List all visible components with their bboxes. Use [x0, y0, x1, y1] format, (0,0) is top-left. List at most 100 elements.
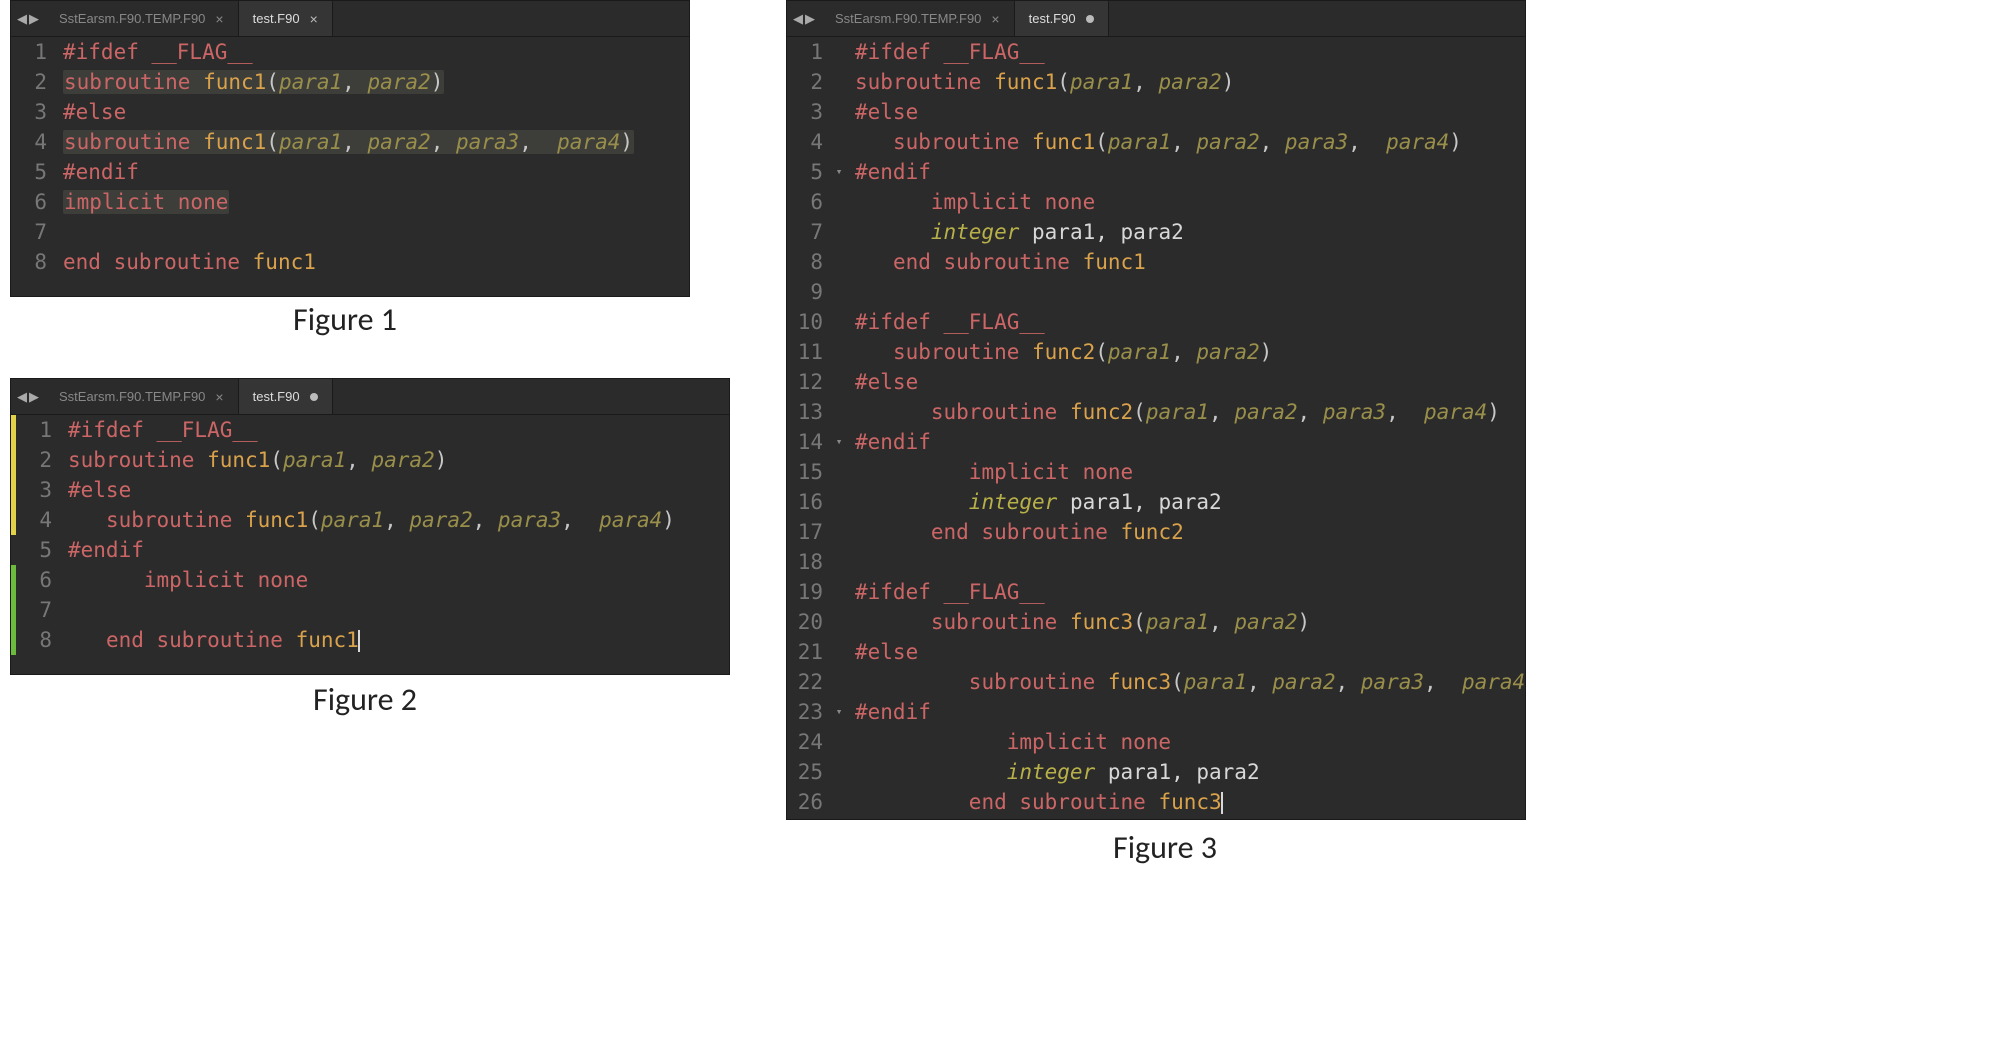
tab-nav-arrows[interactable]: ◀ ▶ [787, 11, 821, 27]
tab-nav-prev-icon[interactable]: ◀ [17, 389, 27, 405]
tab-inactive[interactable]: SstEarsm.F90.TEMP.F90 × [45, 379, 239, 414]
line-number-gutter: 12345678 [11, 37, 55, 296]
code-line[interactable]: #endif [855, 157, 1525, 187]
tab-nav-next-icon[interactable]: ▶ [805, 11, 815, 27]
code-line[interactable]: #endif [63, 157, 689, 187]
close-icon[interactable]: × [310, 12, 318, 26]
tab-label: test.F90 [253, 11, 300, 26]
code-line[interactable]: integer para1, para2 [855, 487, 1525, 517]
tab-bar: ◀ ▶ SstEarsm.F90.TEMP.F90 × test.F90 [11, 379, 729, 415]
fold-spacer [831, 487, 847, 517]
code-line[interactable]: #endif [855, 697, 1525, 727]
tab-label: SstEarsm.F90.TEMP.F90 [835, 11, 981, 26]
code-area[interactable]: 12345678 #ifdef __FLAG__subroutine func1… [11, 37, 689, 296]
line-number: 1 [11, 37, 47, 67]
tab-inactive[interactable]: SstEarsm.F90.TEMP.F90 × [821, 1, 1015, 36]
code-line[interactable]: implicit none [63, 187, 689, 217]
code-line[interactable]: subroutine func3(para1, para2) [855, 607, 1525, 637]
close-icon[interactable]: × [215, 12, 223, 26]
tab-nav-next-icon[interactable]: ▶ [29, 11, 39, 27]
code-area[interactable]: 1234567891011121314151617181920212223242… [787, 37, 1525, 819]
line-number: 6 [787, 187, 823, 217]
code-line[interactable]: #endif [68, 535, 729, 565]
line-number: 7 [16, 595, 52, 625]
code-line[interactable]: #else [63, 97, 689, 127]
line-number-gutter: 1234567891011121314151617181920212223242… [787, 37, 831, 819]
code-line[interactable]: implicit none [68, 565, 729, 595]
tab-active[interactable]: test.F90 × [239, 1, 333, 36]
line-number: 7 [11, 217, 47, 247]
fold-toggle-icon[interactable]: ▾ [831, 427, 847, 457]
tab-active[interactable]: test.F90 [239, 379, 333, 414]
code-line[interactable]: subroutine func1(para1, para2, para3, pa… [855, 127, 1525, 157]
fold-spacer [831, 337, 847, 367]
code-line[interactable]: #ifdef __FLAG__ [63, 37, 689, 67]
line-number: 22 [787, 667, 823, 697]
line-number: 23 [787, 697, 823, 727]
tab-inactive[interactable]: SstEarsm.F90.TEMP.F90 × [45, 1, 239, 36]
code-line[interactable]: end subroutine func2 [855, 517, 1525, 547]
code-line[interactable]: end subroutine func1 [855, 247, 1525, 277]
line-number: 16 [787, 487, 823, 517]
code-line[interactable]: subroutine func1(para1, para2, para3, pa… [68, 505, 729, 535]
code-lines[interactable]: #ifdef __FLAG__subroutine func1(para1, p… [60, 415, 729, 674]
tab-nav-arrows[interactable]: ◀ ▶ [11, 11, 45, 27]
dirty-indicator-icon [310, 393, 318, 401]
caption-fig2: Figure 2 [290, 680, 440, 719]
code-line[interactable]: subroutine func2(para1, para2, para3, pa… [855, 397, 1525, 427]
editor-panel-fig1: ◀ ▶ SstEarsm.F90.TEMP.F90 × test.F90 × 1… [10, 0, 690, 297]
code-line[interactable]: implicit none [855, 187, 1525, 217]
fold-spacer [831, 667, 847, 697]
code-line[interactable]: #else [855, 367, 1525, 397]
code-line[interactable] [63, 217, 689, 247]
code-line[interactable]: subroutine func1(para1, para2) [68, 445, 729, 475]
tab-bar: ◀ ▶ SstEarsm.F90.TEMP.F90 × test.F90 [787, 1, 1525, 37]
code-line[interactable]: #ifdef __FLAG__ [855, 307, 1525, 337]
code-line[interactable]: #else [855, 637, 1525, 667]
code-lines[interactable]: #ifdef __FLAG__subroutine func1(para1, p… [847, 37, 1525, 819]
tab-nav-next-icon[interactable]: ▶ [29, 389, 39, 405]
tab-nav-prev-icon[interactable]: ◀ [793, 11, 803, 27]
line-number: 4 [11, 127, 47, 157]
code-line[interactable]: end subroutine func3 [855, 787, 1525, 817]
fold-toggle-icon[interactable]: ▾ [831, 697, 847, 727]
line-number: 10 [787, 307, 823, 337]
code-line[interactable] [855, 277, 1525, 307]
code-line[interactable]: #else [855, 97, 1525, 127]
fold-toggle-icon[interactable]: ▾ [831, 157, 847, 187]
code-line[interactable] [855, 547, 1525, 577]
code-line[interactable]: subroutine func2(para1, para2) [855, 337, 1525, 367]
close-icon[interactable]: × [215, 390, 223, 404]
code-line[interactable]: integer para1, para2 [855, 757, 1525, 787]
code-area[interactable]: 12345678 #ifdef __FLAG__subroutine func1… [11, 415, 729, 674]
line-number: 1 [787, 37, 823, 67]
code-lines[interactable]: #ifdef __FLAG__subroutine func1(para1, p… [55, 37, 689, 296]
code-line[interactable]: #ifdef __FLAG__ [855, 37, 1525, 67]
fold-spacer [831, 397, 847, 427]
tab-active[interactable]: test.F90 [1015, 1, 1109, 36]
code-line[interactable]: integer para1, para2 [855, 217, 1525, 247]
line-number: 26 [787, 787, 823, 817]
fold-spacer [831, 757, 847, 787]
code-line[interactable]: subroutine func1(para1, para2, para3, pa… [63, 127, 689, 157]
close-icon[interactable]: × [991, 12, 999, 26]
code-line[interactable]: #ifdef __FLAG__ [68, 415, 729, 445]
code-line[interactable]: subroutine func3(para1, para2, para3, pa… [855, 667, 1525, 697]
code-line[interactable]: #endif [855, 427, 1525, 457]
tab-nav-arrows[interactable]: ◀ ▶ [11, 389, 45, 405]
fold-spacer [831, 217, 847, 247]
code-line[interactable]: end subroutine func1 [68, 625, 729, 655]
code-line[interactable]: #else [68, 475, 729, 505]
code-line[interactable]: subroutine func1(para1, para2) [63, 67, 689, 97]
code-line[interactable] [68, 595, 729, 625]
code-line[interactable]: end subroutine func1 [63, 247, 689, 277]
caption-fig3: Figure 3 [1090, 828, 1240, 867]
code-line[interactable]: subroutine func1(para1, para2) [855, 67, 1525, 97]
tab-nav-prev-icon[interactable]: ◀ [17, 11, 27, 27]
fold-spacer [831, 577, 847, 607]
code-line[interactable]: #ifdef __FLAG__ [855, 577, 1525, 607]
code-line[interactable]: implicit none [855, 457, 1525, 487]
line-number: 1 [16, 415, 52, 445]
fold-spacer [831, 127, 847, 157]
code-line[interactable]: implicit none [855, 727, 1525, 757]
